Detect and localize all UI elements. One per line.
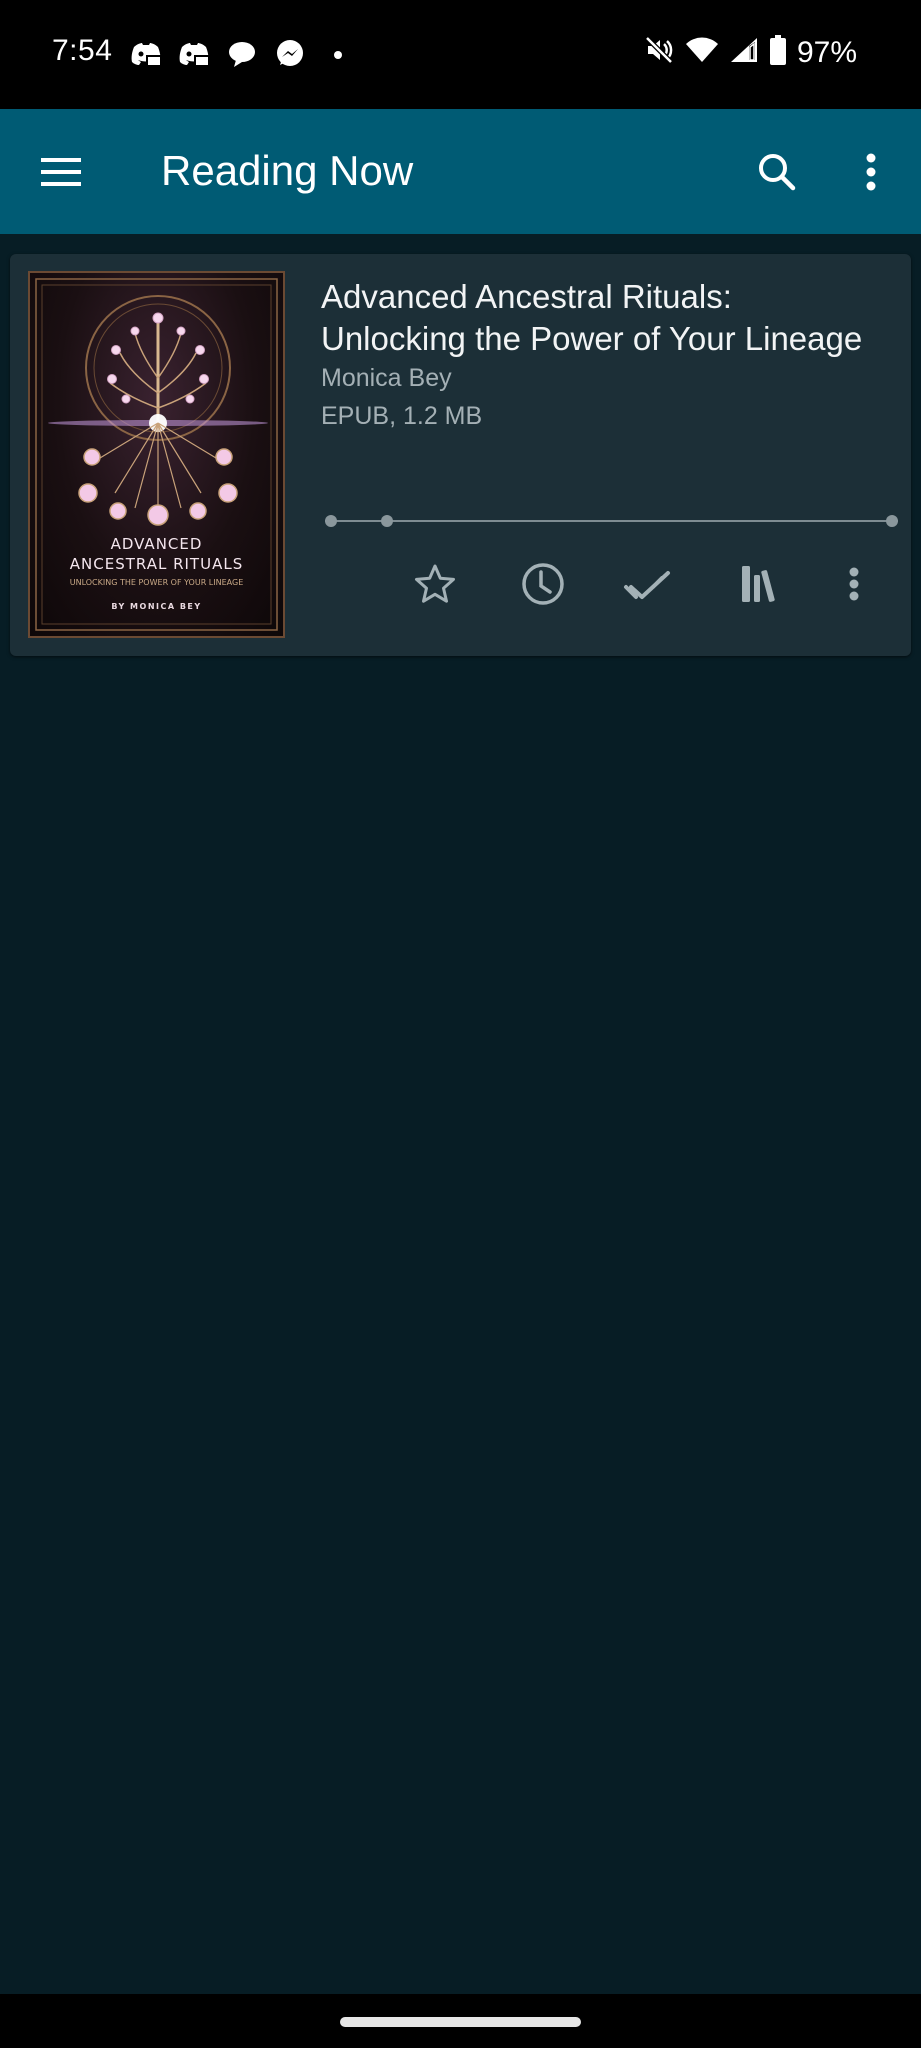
reading-progress-bar[interactable]	[325, 514, 898, 528]
status-bar: 7:54 97%	[0, 0, 921, 109]
book-list: ADVANCED ANCESTRAL RITUALS UNLOCKING THE…	[0, 234, 921, 1994]
hamburger-menu-icon	[41, 158, 81, 186]
book-title-line2: Unlocking the Power of Your Lineage	[321, 320, 863, 357]
messenger-icon	[274, 38, 306, 70]
book-author: Monica Bey	[321, 364, 452, 392]
star-outline-icon	[415, 564, 455, 603]
discord-icon	[178, 38, 210, 70]
system-icons: 97%	[643, 34, 857, 71]
book-title: Advanced Ancestral Rituals: Unlocking th…	[321, 276, 901, 360]
more-vert-icon	[866, 153, 876, 191]
battery-icon	[769, 34, 787, 71]
book-actions	[390, 554, 890, 614]
book-card[interactable]: ADVANCED ANCESTRAL RITUALS UNLOCKING THE…	[10, 254, 911, 656]
more-vert-icon	[849, 567, 859, 601]
cover-title-line2: ANCESTRAL RITUALS	[69, 555, 244, 573]
more-notifications-dot	[322, 38, 354, 70]
discord-icon	[130, 38, 162, 70]
clock-icon	[522, 563, 564, 605]
book-format-size: EPUB, 1.2 MB	[321, 402, 483, 430]
progress-end-marker	[886, 515, 898, 527]
book-cover[interactable]: ADVANCED ANCESTRAL RITUALS UNLOCKING THE…	[28, 271, 285, 638]
progress-start-marker	[325, 515, 337, 527]
cover-author: BY MONICA BEY	[111, 602, 202, 611]
cellular-signal-icon	[729, 34, 759, 71]
battery-percent: 97%	[796, 35, 857, 69]
navigation-bar	[0, 1994, 921, 2048]
status-time: 7:54	[52, 34, 113, 67]
book-more-button[interactable]	[824, 554, 884, 614]
cover-subtitle: UNLOCKING THE POWER OF YOUR LINEAGE	[69, 578, 244, 587]
progress-position-marker[interactable]	[381, 515, 393, 527]
progress-track	[325, 520, 898, 522]
double-check-icon	[624, 571, 670, 599]
search-button[interactable]	[750, 146, 804, 200]
home-gesture-handle[interactable]	[340, 2017, 581, 2027]
notification-icons	[130, 38, 354, 70]
bookshelf-icon	[742, 566, 775, 602]
app-bar: Reading Now	[0, 109, 921, 234]
more-options-button[interactable]	[858, 146, 884, 200]
page-title: Reading Now	[161, 147, 414, 194]
chat-bubble-icon	[226, 38, 258, 70]
favorite-button[interactable]	[405, 554, 465, 614]
search-icon	[759, 154, 796, 191]
mute-icon	[643, 34, 675, 71]
wifi-icon	[685, 34, 719, 71]
collections-button[interactable]	[729, 554, 789, 614]
hamburger-menu-button[interactable]	[30, 147, 96, 197]
cover-title-line1: ADVANCED	[110, 535, 203, 553]
reading-history-button[interactable]	[513, 554, 573, 614]
book-title-line1: Advanced Ancestral Rituals:	[321, 278, 732, 315]
mark-as-read-button[interactable]	[621, 554, 681, 614]
